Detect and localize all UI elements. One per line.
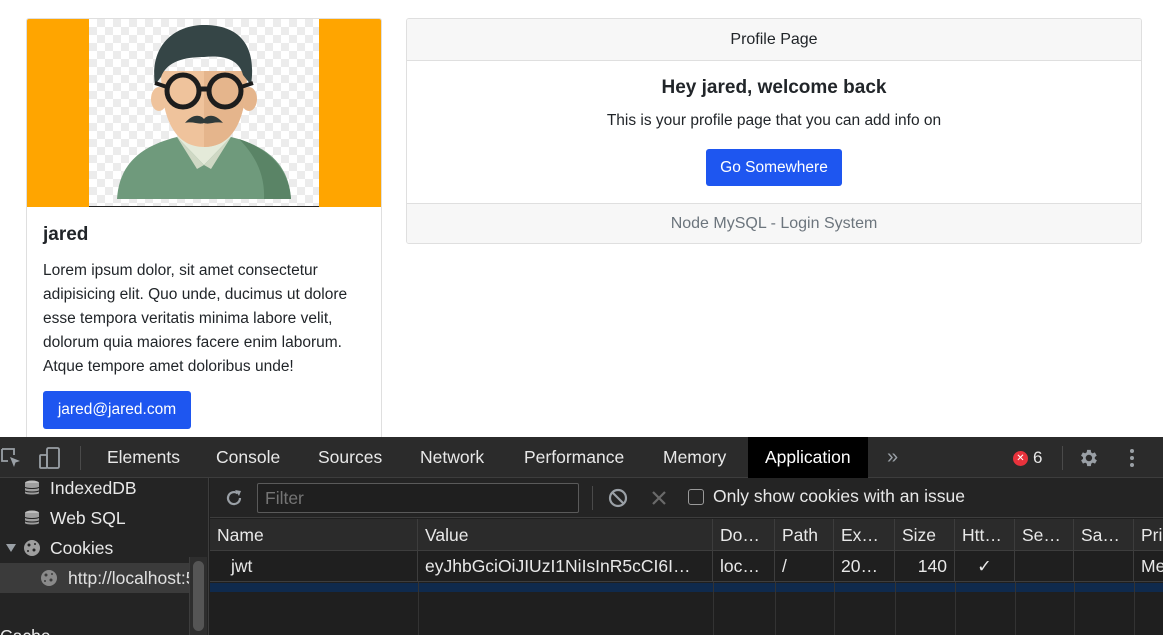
cell-size: 140	[895, 551, 955, 581]
tab-performance[interactable]: Performance	[507, 437, 641, 478]
cell-priority: Me	[1141, 556, 1163, 576]
welcome-text: This is your profile page that you can a…	[606, 112, 942, 129]
error-icon: ✕	[1013, 450, 1028, 466]
cell-httponly: ✓	[955, 551, 1015, 581]
cookie-filter-bar: Only show cookies with an issue	[210, 478, 1163, 518]
sidebar-item-label: IndexedDB	[50, 478, 137, 498]
refresh-icon[interactable]	[224, 488, 244, 508]
cell-samesite	[1074, 551, 1134, 581]
column-header-expires[interactable]: Ex…	[834, 519, 895, 550]
sidebar-item-label: Cookies	[50, 538, 114, 558]
table-row[interactable]: jwt eyJhbGciOiJIUzI1NiIsInR5cCI6I… loc… …	[210, 551, 1163, 582]
column-header-name[interactable]: Name	[210, 519, 418, 550]
column-header-samesite[interactable]: Sa…	[1074, 519, 1134, 550]
column-header-httponly[interactable]: Htt…	[955, 519, 1015, 550]
user-bio: Lorem ipsum dolor, sit amet consectetur …	[43, 262, 348, 375]
inspect-element-icon[interactable]	[0, 447, 22, 469]
column-header-size[interactable]: Size	[895, 519, 955, 550]
tab-console[interactable]: Console	[199, 437, 297, 478]
welcome-card: Profile Page Hey jared, welcome back Thi…	[406, 18, 1142, 244]
avatar	[89, 19, 319, 207]
sidebar-item-websql[interactable]: Web SQL	[0, 503, 190, 533]
column-header-priority[interactable]: Pri	[1134, 519, 1163, 550]
tab-memory[interactable]: Memory	[646, 437, 743, 478]
sidebar-item-label: Cache	[0, 621, 51, 635]
only-issue-label: Only show cookies with an issue	[713, 486, 965, 506]
only-issue-toggle[interactable]: Only show cookies with an issue	[688, 486, 965, 507]
column-header-value[interactable]: Value	[418, 519, 713, 550]
cell-name: jwt	[210, 551, 418, 581]
cookie-table: Name Value Do… Path Ex… Size Htt… Se… Sa…	[210, 519, 1163, 635]
devtools-toolbar: Elements Console Sources Network Perform…	[0, 437, 1163, 478]
cell-value: eyJhbGciOiJIUzI1NiIsInR5cCI6I…	[418, 551, 713, 581]
toolbar-divider	[80, 446, 81, 470]
tab-network[interactable]: Network	[403, 437, 501, 478]
email-button[interactable]: jared@jared.com	[43, 391, 191, 429]
sidebar-item-cookies[interactable]: Cookies	[0, 533, 190, 563]
profile-card: jared Lorem ipsum dolor, sit amet consec…	[26, 18, 382, 458]
sidebar-item-label: Web SQL	[50, 508, 126, 528]
filter-input[interactable]	[257, 483, 579, 513]
devtools-panel: Elements Console Sources Network Perform…	[0, 437, 1163, 635]
more-options-icon[interactable]	[1121, 447, 1143, 469]
profile-card-body: jared Lorem ipsum dolor, sit amet consec…	[43, 224, 367, 379]
cell-path: /	[775, 551, 834, 581]
go-somewhere-button[interactable]: Go Somewhere	[706, 149, 842, 186]
welcome-title: Hey jared, welcome back	[661, 77, 887, 98]
user-avatar-icon	[117, 25, 291, 199]
database-icon	[24, 510, 40, 525]
card-footer: Node MySQL - Login System	[407, 203, 1141, 243]
database-icon	[24, 480, 40, 495]
tab-sources[interactable]: Sources	[301, 437, 399, 478]
delete-selected-icon[interactable]	[651, 490, 667, 506]
cell-secure	[1015, 551, 1074, 581]
expand-arrow-icon[interactable]	[6, 544, 16, 552]
cell-expires: 20…	[834, 551, 895, 581]
scrollbar-thumb[interactable]	[193, 561, 204, 631]
card-header: Profile Page	[407, 19, 1141, 61]
tab-elements[interactable]: Elements	[90, 437, 197, 478]
column-header-path[interactable]: Path	[775, 519, 834, 550]
column-header-domain[interactable]: Do…	[713, 519, 775, 550]
user-name: jared	[43, 224, 89, 245]
only-issue-checkbox[interactable]	[688, 488, 704, 505]
avatar-banner	[27, 19, 381, 207]
toolbar-divider	[1062, 446, 1063, 470]
table-header-row: Name Value Do… Path Ex… Size Htt… Se… Sa…	[210, 519, 1163, 551]
sidebar-item-localhost-cookies[interactable]: http://localhost:5000	[0, 563, 190, 593]
cookie-icon	[24, 540, 40, 556]
cookie-icon	[41, 570, 57, 586]
sidebar-item-cache[interactable]: Cache	[0, 621, 190, 635]
sidebar-scrollbar[interactable]	[189, 557, 207, 635]
clear-all-icon[interactable]	[608, 488, 628, 508]
sidebar-item-label: http://localhost:5000	[68, 568, 190, 588]
application-sidebar: IndexedDB Web SQL Cookies http://localho…	[0, 478, 209, 635]
column-dividers	[210, 582, 1163, 635]
settings-gear-icon[interactable]	[1077, 447, 1099, 469]
column-header-secure[interactable]: Se…	[1015, 519, 1074, 550]
sidebar-item-indexeddb[interactable]: IndexedDB	[0, 478, 190, 503]
error-count: 6	[1033, 448, 1043, 467]
toolbar-divider	[592, 486, 593, 510]
more-tabs-button[interactable]: »	[870, 437, 915, 478]
error-counter[interactable]: ✕ 6	[1013, 448, 1042, 468]
tab-application[interactable]: Application	[748, 437, 868, 478]
cell-domain: loc…	[713, 551, 775, 581]
device-toolbar-icon[interactable]	[39, 447, 61, 469]
